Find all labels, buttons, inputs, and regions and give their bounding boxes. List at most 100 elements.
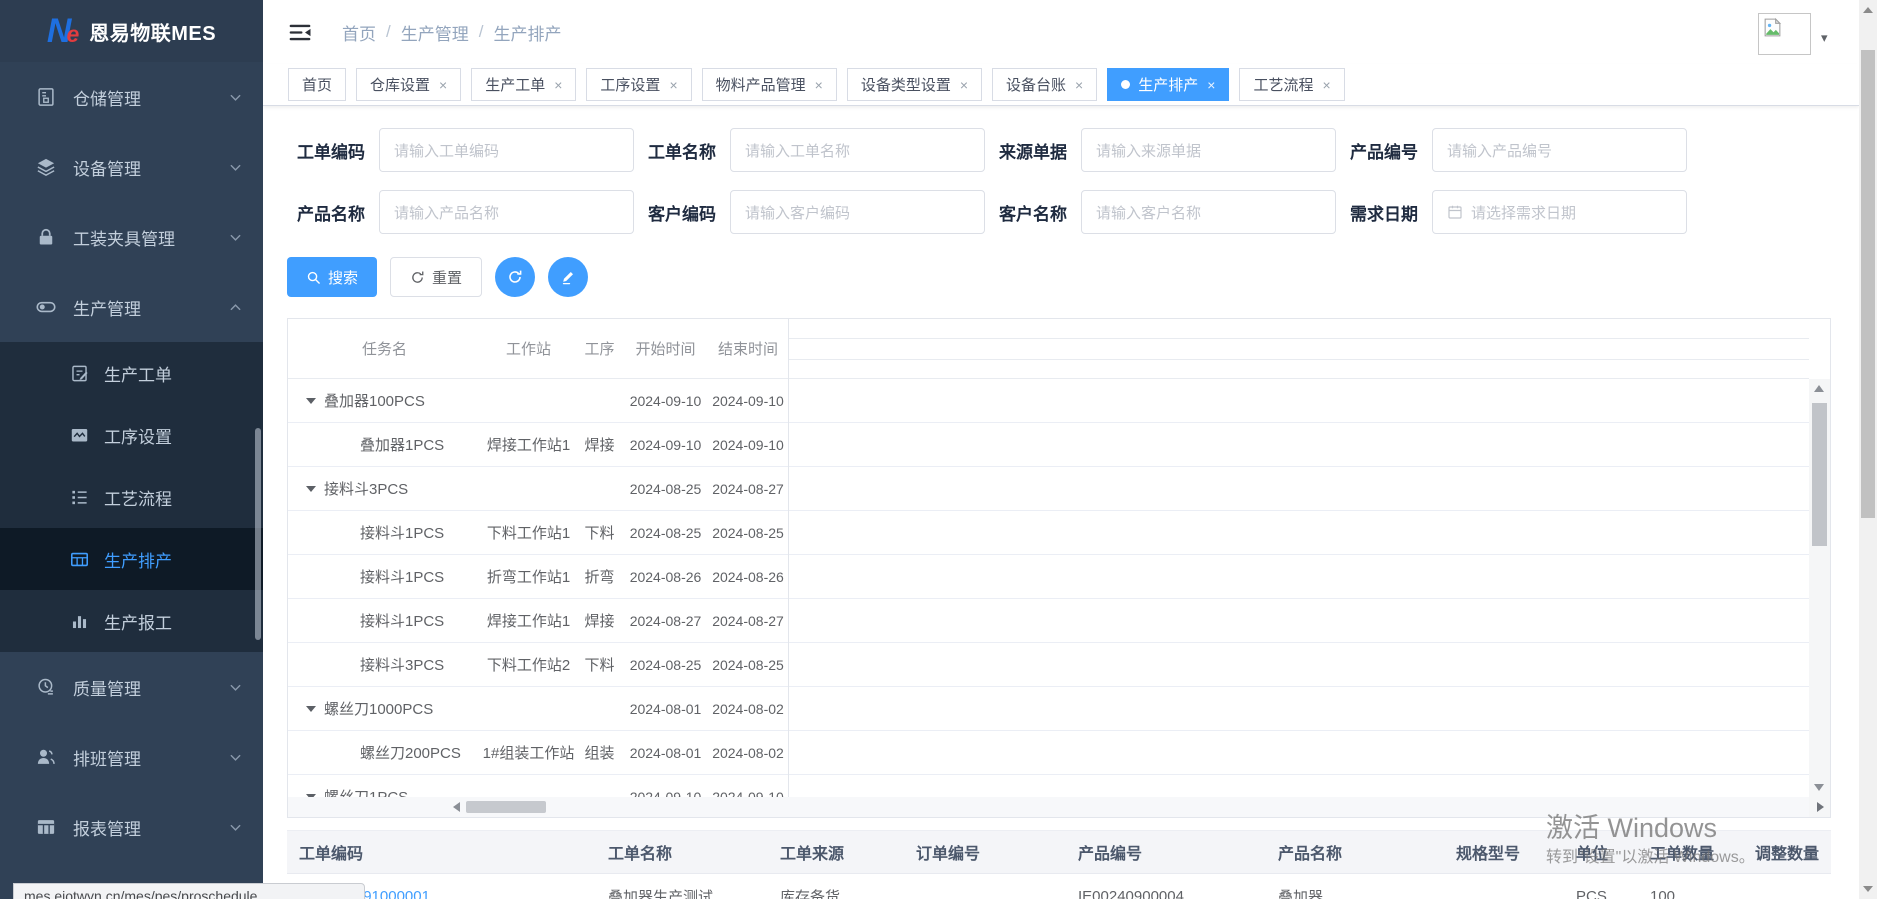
gantt-area (788, 319, 1809, 797)
text-input[interactable]: 请输入工单名称 (730, 128, 985, 172)
collapse-sidebar-icon[interactable] (288, 22, 312, 43)
chevron-down-icon (228, 90, 243, 105)
refresh-button[interactable] (495, 257, 536, 297)
horizontal-scroll-thumb[interactable] (466, 801, 546, 813)
chevron-down-icon (228, 160, 243, 175)
text-input[interactable]: 请输入产品名称 (379, 190, 634, 234)
text-input[interactable]: 请输入产品编号 (1432, 128, 1687, 172)
schedule-row[interactable]: 螺丝刀200PCS 1#组装工作站 组装 2024-08-01 2024-08-02 (288, 731, 788, 775)
text-input[interactable]: 请输入来源单据 (1081, 128, 1336, 172)
schedule-row[interactable]: 接料斗1PCS 折弯工作站1 折弯 2024-08-26 2024-08-26 (288, 555, 788, 599)
field-label: 客户名称 (999, 204, 1067, 224)
search-button[interactable]: 搜索 (287, 257, 378, 297)
sidebar-item-warehouse[interactable]: 仓储管理 (0, 62, 263, 132)
schedule-row[interactable]: 接料斗3PCS 2024-08-25 2024-08-27 (288, 467, 788, 511)
close-icon[interactable]: × (554, 78, 562, 92)
input-placeholder: 请输入来源单据 (1096, 142, 1202, 160)
schedule-row[interactable]: 叠加器100PCS 2024-09-10 2024-09-10 (288, 379, 788, 423)
end-date-cell: 2024-08-27 (712, 612, 784, 629)
browser-scroll-thumb[interactable] (1861, 50, 1875, 518)
schedule-vertical-scrollbar[interactable] (1809, 379, 1830, 797)
tab-device-type[interactable]: 设备类型设置 × (846, 68, 983, 101)
sidebar-item-scheduling[interactable]: 生产排产 (0, 528, 263, 590)
close-icon[interactable]: × (1075, 78, 1083, 92)
calendar-icon (1447, 204, 1463, 220)
schedule-row[interactable]: 接料斗1PCS 焊接工作站1 焊接 2024-08-27 2024-08-27 (288, 599, 788, 643)
orders-column-header: 工单来源 (780, 846, 845, 863)
tree-expand-icon[interactable] (306, 705, 316, 712)
tab-work-order[interactable]: 生产工单 × (471, 68, 577, 101)
schedule-table-body: 叠加器100PCS 2024-09-10 2024-09-10 叠加器1PCS 焊接工作… (288, 379, 788, 797)
sidebar-item-label: 工序设置 (104, 427, 172, 447)
tab-label: 首页 (302, 77, 333, 94)
reset-button[interactable]: 重置 (390, 257, 483, 297)
sidebar-item-production[interactable]: 生产管理 (0, 272, 263, 342)
sidebar-item-shift[interactable]: 排班管理 (0, 722, 263, 792)
browser-scrollbar[interactable] (1859, 0, 1877, 899)
schedule-row[interactable]: 螺丝刀1000PCS 2024-08-01 2024-08-02 (288, 687, 788, 731)
tab-warehouse-settings[interactable]: 仓库设置 × (356, 68, 462, 101)
schedule-row[interactable]: 接料斗1PCS 下料工作站1 下料 2024-08-25 2024-08-25 (288, 511, 788, 555)
schedule-row[interactable]: 螺丝刀1PCS 2024-09-10 2024-09-10 (288, 775, 788, 797)
sidebar-item-process-flow[interactable]: 工艺流程 (0, 466, 263, 528)
sidebar-item-work-report[interactable]: 生产报工 (0, 590, 263, 652)
scroll-right-arrow-icon[interactable] (1817, 802, 1824, 812)
sidebar-item-equipment[interactable]: 设备管理 (0, 132, 263, 202)
schedule-row[interactable]: 接料斗3PCS 下料工作站2 下料 2024-08-25 2024-08-25 (288, 643, 788, 687)
pencil-icon (560, 269, 576, 285)
scrollbar-corner[interactable] (1809, 797, 1830, 817)
sidebar-item-report[interactable]: 报表管理 (0, 792, 263, 862)
schedule-column-header: 开始时间 (635, 341, 696, 358)
scroll-left-arrow-icon[interactable] (453, 802, 460, 812)
scroll-up-arrow-icon[interactable] (1863, 7, 1873, 13)
close-icon[interactable]: × (960, 78, 968, 92)
tree-expand-icon[interactable] (306, 397, 316, 404)
tab-scheduling[interactable]: 生产排产 × (1107, 68, 1230, 101)
close-icon[interactable]: × (1322, 78, 1330, 92)
caret-down-icon[interactable]: ▾ (1821, 30, 1828, 46)
sidebar-item-process-settings[interactable]: 工序设置 (0, 404, 263, 466)
tab-material-product[interactable]: 物料产品管理 × (701, 68, 837, 101)
close-icon[interactable]: × (815, 78, 823, 92)
sidebar-item-fixture[interactable]: 工装夹具管理 (0, 202, 263, 272)
scroll-down-arrow-icon[interactable] (1814, 784, 1824, 791)
tab-device-ledger[interactable]: 设备台账 × (992, 68, 1098, 101)
close-icon[interactable]: × (669, 78, 677, 92)
sidebar-scrollbar-thumb[interactable] (255, 428, 261, 640)
text-input[interactable]: 请输入客户名称 (1081, 190, 1336, 234)
date-input[interactable]: 请选择需求日期 (1432, 190, 1687, 234)
top-header: 首页 / 生产管理 / 生产排产 ▾ (263, 0, 1859, 64)
orders-table-row[interactable]: MS2024091000001叠加器生产测试库存备货IE00240900004叠… (287, 874, 1831, 899)
tab-home[interactable]: 首页 (288, 68, 347, 101)
end-date-cell: 2024-08-26 (712, 568, 784, 585)
close-icon[interactable]: × (439, 78, 447, 92)
sidebar-item-work-order[interactable]: 生产工单 (0, 342, 263, 404)
task-name: 螺丝刀1PCS (324, 786, 408, 797)
sidebar-item-quality[interactable]: 质量管理 (0, 652, 263, 722)
text-input[interactable]: 请输入工单编码 (379, 128, 634, 172)
tree-expand-icon[interactable] (306, 485, 316, 492)
tabs-bar: 首页 仓库设置 × 生产工单 × 工序设置 × 物料产品管理 × 设备类型设置 × 设备台账 × 生产排产… (263, 64, 1859, 106)
active-tab-dot-icon (1121, 80, 1131, 89)
close-icon[interactable]: × (1207, 78, 1215, 92)
flow-list-icon (70, 488, 89, 507)
breadcrumb-home[interactable]: 首页 (342, 20, 376, 45)
gantt-row (789, 467, 1809, 511)
tab-process-settings[interactable]: 工序设置 × (586, 68, 692, 101)
breadcrumb-separator: / (478, 22, 484, 41)
windows-watermark-line2: 转到"设置"以激活 Windows。 (1546, 849, 1755, 866)
avatar[interactable] (1758, 13, 1811, 55)
tab-process-flow[interactable]: 工艺流程 × (1239, 68, 1345, 101)
schedule-row[interactable]: 叠加器1PCS 焊接工作站1 焊接 2024-09-10 2024-09-10 (288, 423, 788, 467)
breadcrumb-production[interactable]: 生产管理 (401, 20, 469, 45)
field-label: 来源单据 (999, 142, 1067, 162)
sidebar-item-label: 工装夹具管理 (73, 229, 175, 249)
scroll-up-arrow-icon[interactable] (1814, 385, 1824, 392)
task-name: 螺丝刀200PCS (360, 745, 461, 762)
gantt-header-line (789, 338, 1809, 339)
text-input[interactable]: 请输入客户编码 (730, 190, 985, 234)
edit-button[interactable] (548, 257, 589, 297)
process-cell: 焊接 (584, 613, 615, 630)
vertical-scroll-thumb[interactable] (1812, 403, 1827, 546)
scroll-down-arrow-icon[interactable] (1863, 886, 1873, 892)
